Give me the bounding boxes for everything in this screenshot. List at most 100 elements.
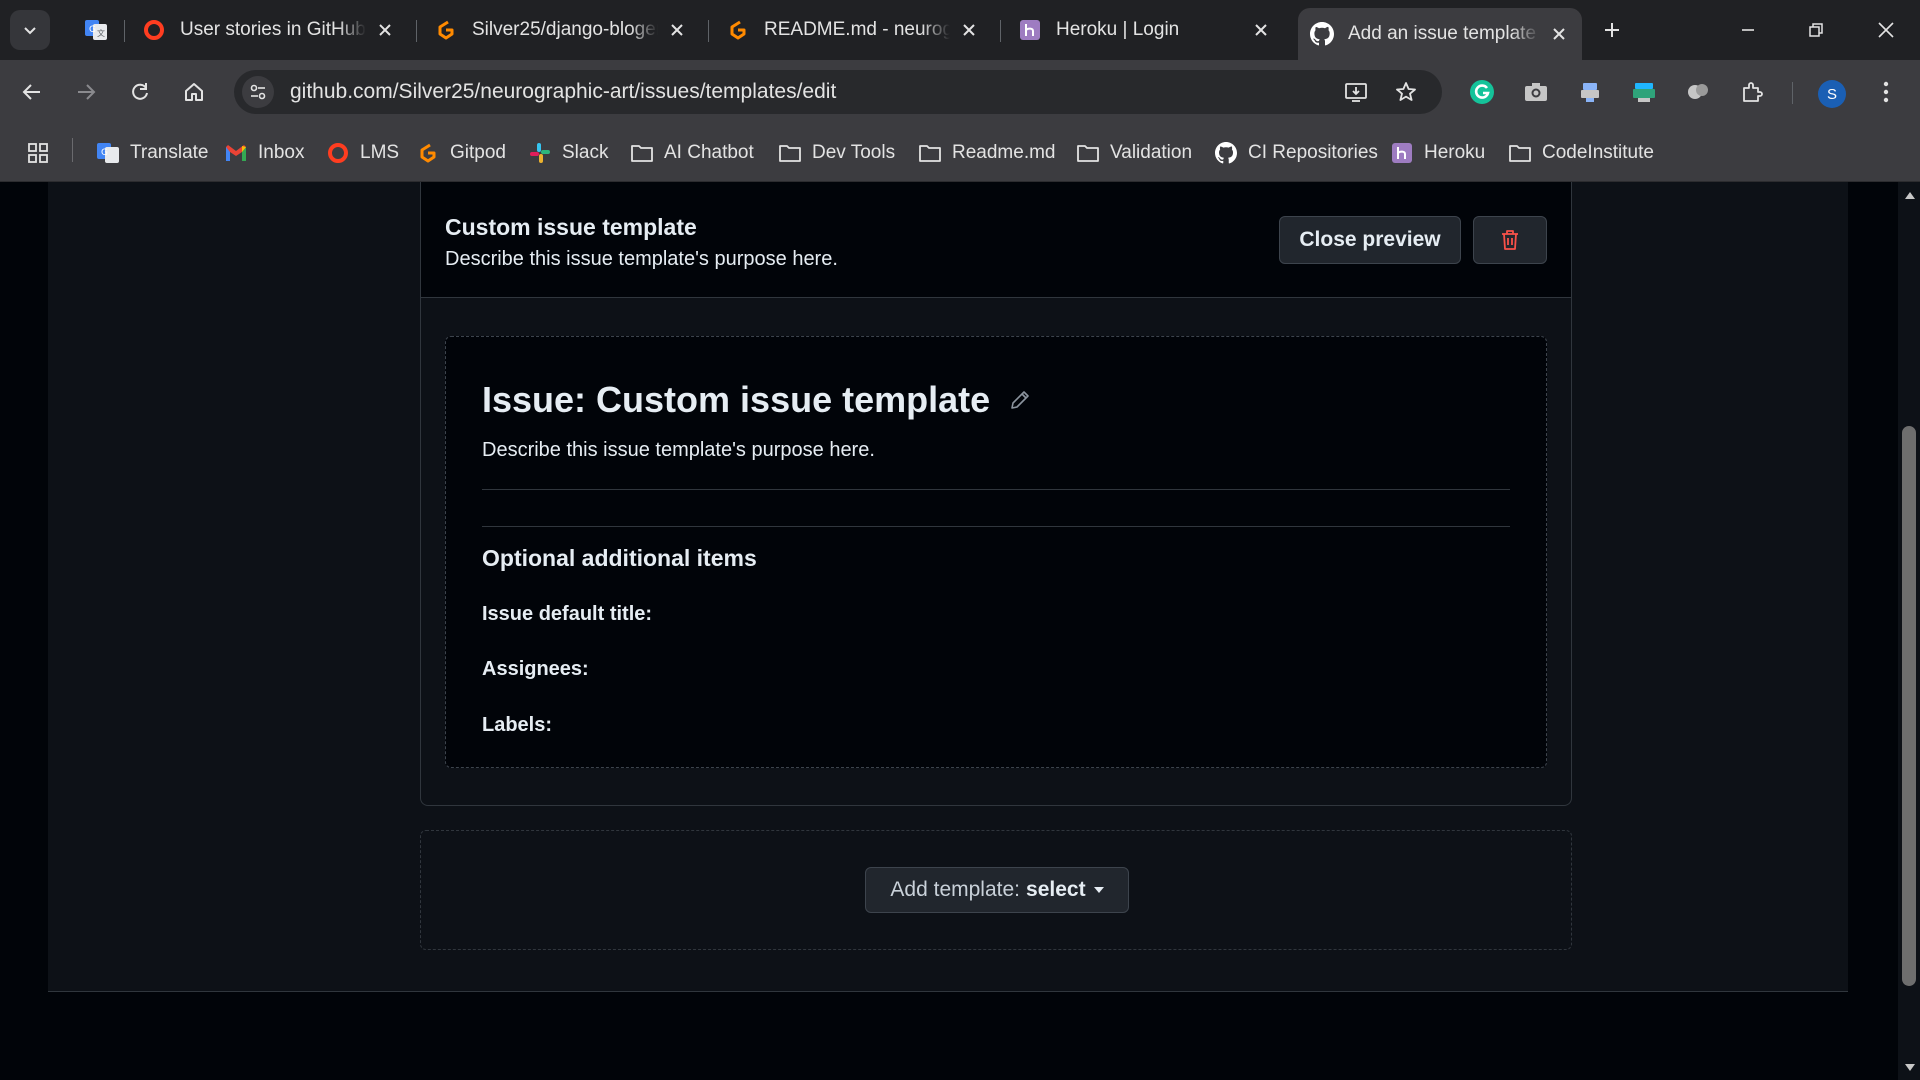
add-template-area: Add template: select bbox=[420, 830, 1572, 950]
folder-icon bbox=[630, 141, 654, 165]
tab-search-button[interactable] bbox=[10, 10, 50, 50]
install-app-icon[interactable] bbox=[1342, 78, 1370, 106]
tab-title: Add an issue template t bbox=[1348, 23, 1540, 44]
github-icon bbox=[1214, 141, 1238, 165]
bookmark-translate[interactable]: G Translate bbox=[96, 138, 209, 168]
eyedropper-icon[interactable] bbox=[1574, 76, 1606, 108]
tab-title: User stories in GitHub P bbox=[180, 19, 366, 40]
home-icon bbox=[185, 83, 203, 101]
new-tab-button[interactable] bbox=[1596, 14, 1628, 46]
bookmark-lms[interactable]: LMS bbox=[326, 138, 399, 168]
page-scrollbar[interactable] bbox=[1898, 182, 1920, 1080]
puzzle-ext-icon[interactable] bbox=[1682, 76, 1714, 108]
bookmark-ci-repositories[interactable]: CI Repositories bbox=[1214, 138, 1378, 168]
delete-template-button[interactable] bbox=[1473, 216, 1547, 264]
bookmark-validation[interactable]: Validation bbox=[1076, 138, 1192, 168]
minimize-button[interactable] bbox=[1724, 10, 1772, 50]
folder-icon bbox=[1508, 141, 1532, 165]
back-button[interactable] bbox=[14, 74, 50, 110]
tab-add-issue-template[interactable]: Add an issue template t bbox=[1298, 8, 1582, 60]
page-viewport: Custom issue template Describe this issu… bbox=[0, 182, 1898, 1080]
github-icon bbox=[1310, 22, 1334, 46]
heroku-icon bbox=[1390, 141, 1414, 165]
close-icon bbox=[1878, 22, 1894, 38]
close-window-button[interactable] bbox=[1862, 10, 1910, 50]
bookmark-ai-chatbot[interactable]: AI Chatbot bbox=[630, 138, 754, 168]
bookmark-label: Validation bbox=[1110, 142, 1193, 163]
plus-icon bbox=[1605, 23, 1619, 37]
bookmark-label: CI Repositories bbox=[1248, 142, 1378, 163]
bookmark-gitpod[interactable]: Gitpod bbox=[416, 138, 506, 168]
preview-title: Issue: Custom issue template bbox=[482, 379, 991, 420]
bookmark-dev-tools[interactable]: Dev Tools bbox=[778, 138, 895, 168]
grammarly-icon[interactable] bbox=[1466, 76, 1498, 108]
template-preview: Issue: Custom issue template Describe th… bbox=[445, 336, 1547, 768]
tab-strip: G文 User stories in GitHub P Silver25/dja… bbox=[0, 0, 1920, 60]
tab-title: README.md - neurogra bbox=[764, 19, 950, 40]
close-icon[interactable] bbox=[666, 19, 688, 41]
close-icon[interactable] bbox=[374, 19, 396, 41]
address-bar[interactable]: github.com/Silver25/neurographic-art/iss… bbox=[234, 70, 1442, 114]
tab-heroku-login[interactable]: Heroku | Login bbox=[1006, 8, 1284, 52]
gmail-icon bbox=[224, 141, 248, 165]
apps-grid-icon bbox=[26, 141, 50, 165]
tab-user-stories[interactable]: User stories in GitHub P bbox=[130, 8, 408, 52]
opera-circle-icon bbox=[142, 18, 166, 42]
url-text[interactable]: github.com/Silver25/neurographic-art/iss… bbox=[290, 80, 836, 104]
reload-icon bbox=[132, 83, 148, 100]
close-icon[interactable] bbox=[958, 19, 980, 41]
scrollbar-thumb[interactable] bbox=[1902, 426, 1916, 986]
chevron-down-icon bbox=[24, 27, 36, 35]
preview-title-row: Issue: Custom issue template bbox=[482, 379, 1034, 421]
tab-title: Heroku | Login bbox=[1056, 19, 1180, 40]
forward-button[interactable] bbox=[68, 74, 104, 110]
assignees-label: Assignees: bbox=[482, 658, 589, 680]
bookmark-heroku[interactable]: Heroku bbox=[1390, 138, 1485, 168]
bookmark-label: CodeInstitute bbox=[1542, 142, 1654, 163]
gitpod-icon bbox=[434, 18, 458, 42]
kebab-menu-icon[interactable] bbox=[1870, 76, 1902, 108]
scroll-down-arrow-icon[interactable] bbox=[1905, 1064, 1915, 1071]
bookmark-star-icon[interactable] bbox=[1392, 78, 1420, 106]
heroku-icon bbox=[1018, 18, 1042, 42]
home-button[interactable] bbox=[176, 74, 212, 110]
default-title-label: Issue default title: bbox=[482, 603, 653, 625]
bookmark-codeinstitute[interactable]: CodeInstitute bbox=[1508, 138, 1654, 168]
svg-text:G: G bbox=[101, 148, 108, 158]
tab-django-bloger[interactable]: Silver25/django-bloger bbox=[422, 8, 700, 52]
gitpod-icon bbox=[416, 141, 440, 165]
bookmark-inbox[interactable]: Inbox bbox=[224, 138, 304, 168]
bookmark-slack[interactable]: Slack bbox=[528, 138, 608, 168]
svg-text:文: 文 bbox=[97, 28, 105, 38]
restore-button[interactable] bbox=[1792, 10, 1840, 50]
bookmark-label: Dev Tools bbox=[812, 142, 896, 163]
profile-avatar[interactable]: S bbox=[1818, 80, 1846, 108]
divider bbox=[482, 489, 1510, 490]
bookmark-label: Gitpod bbox=[450, 142, 506, 163]
pencil-icon[interactable] bbox=[1006, 386, 1034, 414]
google-translate-icon: G bbox=[96, 141, 120, 165]
folder-icon bbox=[1076, 141, 1100, 165]
camera-icon[interactable] bbox=[1520, 76, 1552, 108]
template-name: Custom issue template bbox=[445, 214, 697, 240]
optional-items-heading: Optional additional items bbox=[482, 545, 757, 571]
close-icon[interactable] bbox=[1250, 19, 1272, 41]
tab-translate-pinned[interactable]: G文 bbox=[72, 8, 108, 52]
site-info-button[interactable] bbox=[242, 76, 274, 108]
restore-icon bbox=[1809, 23, 1823, 37]
arrow-right-icon bbox=[78, 84, 96, 100]
add-template-dropdown[interactable]: Add template: select bbox=[865, 867, 1129, 913]
bookmark-label: AI Chatbot bbox=[664, 142, 754, 163]
tab-readme[interactable]: README.md - neurogra bbox=[714, 8, 992, 52]
extensions-icon[interactable] bbox=[1736, 76, 1768, 108]
minimize-icon bbox=[1742, 29, 1754, 31]
close-preview-button[interactable]: Close preview bbox=[1279, 216, 1461, 264]
color-picker-icon[interactable] bbox=[1628, 76, 1660, 108]
reload-button[interactable] bbox=[122, 74, 158, 110]
slack-icon bbox=[528, 141, 552, 165]
bookmark-label: Translate bbox=[130, 142, 209, 163]
scroll-up-arrow-icon[interactable] bbox=[1905, 192, 1915, 199]
apps-button[interactable] bbox=[26, 138, 60, 168]
close-icon[interactable] bbox=[1548, 23, 1570, 45]
bookmark-readme[interactable]: Readme.md bbox=[918, 138, 1056, 168]
